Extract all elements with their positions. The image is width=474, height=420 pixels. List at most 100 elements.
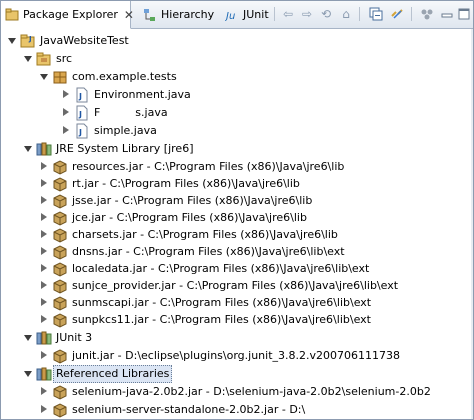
package-explorer-icon <box>5 8 19 22</box>
expand-twisty-icon[interactable] <box>23 333 33 343</box>
minimize-icon[interactable] <box>438 6 456 22</box>
library-icon <box>36 366 52 382</box>
tree-item-jar[interactable]: resources.jar - C:\Program Files (x86)\J… <box>39 158 344 176</box>
tree-item-project[interactable]: J JavaWebsiteTest <box>7 32 129 50</box>
collapse-twisty-icon[interactable] <box>39 405 49 415</box>
home-icon[interactable]: ⌂ <box>337 6 355 22</box>
tree-item-package[interactable]: com.example.tests <box>39 68 177 86</box>
svg-text:J: J <box>28 35 32 43</box>
jar-icon <box>52 348 68 364</box>
collapse-twisty-icon[interactable] <box>39 351 49 361</box>
tree-item-junit-library[interactable]: JUnit 3 <box>23 329 92 347</box>
collapse-twisty-icon[interactable] <box>61 108 71 118</box>
tree-item-jar[interactable]: junit.jar - D:\eclipse\plugins\org.junit… <box>39 347 400 365</box>
tree-item-label: JRE System Library [jre6] <box>56 142 194 155</box>
tree-item-label: Referenced Libraries <box>53 365 173 383</box>
java-file-icon: J <box>74 87 90 103</box>
tree-item-label: src <box>56 52 73 65</box>
java-file-icon: J <box>74 105 90 121</box>
package-icon <box>52 69 68 85</box>
tree-item-file[interactable]: J simple.java <box>61 122 157 140</box>
expand-twisty-icon[interactable] <box>23 144 33 154</box>
jar-icon <box>52 176 68 192</box>
collapse-twisty-icon[interactable] <box>61 90 71 100</box>
toolbar-separator <box>274 7 275 21</box>
jar-icon <box>52 244 68 260</box>
tree-item-jar[interactable]: sunmscapi.jar - C:\Program Files (x86)\J… <box>39 294 371 312</box>
tree-item-label: Environment.java <box>94 88 191 101</box>
jar-icon <box>52 227 68 243</box>
tree-item-jar[interactable]: selenium-server-standalone-2.0b2.jar - D… <box>39 401 305 419</box>
tree-item-label: localedata.jar - C:\Program Files (x86)\… <box>72 262 370 275</box>
tab-package-explorer[interactable]: Package Explorer ✕ <box>1 1 134 29</box>
library-icon <box>36 141 52 157</box>
source-folder-icon <box>36 51 52 67</box>
collapse-twisty-icon[interactable] <box>39 281 49 291</box>
tree-item-jar[interactable]: jsse.jar - C:\Program Files (x86)\Java\j… <box>39 192 312 210</box>
tab-junit[interactable]: Ju JUnit <box>221 1 273 28</box>
collapse-twisty-icon[interactable] <box>39 179 49 189</box>
jar-icon <box>52 193 68 209</box>
collapse-all-icon[interactable] <box>367 6 385 22</box>
toolbar-separator <box>359 7 360 21</box>
jar-icon <box>52 295 68 311</box>
collapse-twisty-icon[interactable] <box>39 196 49 206</box>
jar-icon <box>52 402 68 418</box>
tree-item-jar[interactable]: rt.jar - C:\Program Files (x86)\Java\jre… <box>39 175 300 193</box>
tree-item-file[interactable]: J Environment.java <box>61 86 191 104</box>
expand-twisty-icon[interactable] <box>39 72 49 82</box>
tree-item-label: jce.jar - C:\Program Files (x86)\Java\jr… <box>72 211 307 224</box>
tree-item-label: selenium-java-2.0b2.jar - D:\selenium-ja… <box>72 385 431 398</box>
tree-item-file[interactable]: J F s.java <box>61 104 168 122</box>
java-project-icon: J <box>20 33 36 49</box>
collapse-twisty-icon[interactable] <box>39 298 49 308</box>
hierarchy-icon <box>143 8 157 22</box>
tree-item-label: junit.jar - D:\eclipse\plugins\org.junit… <box>72 349 400 362</box>
collapse-twisty-icon[interactable] <box>39 264 49 274</box>
tree-item-label: resources.jar - C:\Program Files (x86)\J… <box>72 160 345 173</box>
tree-item-label: selenium-server-standalone-2.0b2.jar - D… <box>72 403 306 416</box>
tree-item-label: sunpkcs11.jar - C:\Program Files (x86)\J… <box>72 313 371 326</box>
link-with-editor-icon[interactable] <box>388 6 406 22</box>
collapse-twisty-icon[interactable] <box>39 247 49 257</box>
expand-twisty-icon[interactable] <box>7 36 17 46</box>
collapse-twisty-icon[interactable] <box>39 213 49 223</box>
jar-icon <box>52 384 68 400</box>
collapse-twisty-icon[interactable] <box>39 315 49 325</box>
tree-item-jar[interactable]: jce.jar - C:\Program Files (x86)\Java\jr… <box>39 209 307 227</box>
tree-item-jar[interactable]: dnsns.jar - C:\Program Files (x86)\Java\… <box>39 243 345 261</box>
tree-item-jar[interactable]: selenium-java-2.0b2.jar - D:\selenium-ja… <box>39 383 431 401</box>
toolbar-separator <box>411 7 412 21</box>
collapse-twisty-icon[interactable] <box>39 162 49 172</box>
history-icon[interactable]: ⟲ <box>317 6 335 22</box>
tree-item-jar[interactable]: sunpkcs11.jar - C:\Program Files (x86)\J… <box>39 311 371 329</box>
jar-icon <box>52 210 68 226</box>
maximize-icon[interactable] <box>455 6 473 22</box>
collapse-twisty-icon[interactable] <box>39 387 49 397</box>
expand-twisty-icon[interactable] <box>23 369 33 379</box>
back-arrow-icon[interactable]: ⇦ <box>279 6 297 22</box>
tab-hierarchy[interactable]: Hierarchy <box>139 1 218 28</box>
tree-item-jre-library[interactable]: JRE System Library [jre6] <box>23 140 194 158</box>
collapse-twisty-icon[interactable] <box>39 230 49 240</box>
jar-icon <box>52 312 68 328</box>
tree-item-src[interactable]: src <box>23 50 72 68</box>
tree-item-label: jsse.jar - C:\Program Files (x86)\Java\j… <box>72 194 313 207</box>
forward-arrow-icon[interactable]: ⇨ <box>298 6 316 22</box>
close-icon[interactable]: ✕ <box>124 8 134 22</box>
svg-text:J: J <box>78 92 82 101</box>
jar-icon <box>52 278 68 294</box>
collapse-twisty-icon[interactable] <box>61 126 71 136</box>
tree-item-jar[interactable]: localedata.jar - C:\Program Files (x86)\… <box>39 260 369 278</box>
scrollbar-track[interactable] <box>471 29 473 419</box>
expand-twisty-icon[interactable] <box>23 54 33 64</box>
tree-item-label: sunmscapi.jar - C:\Program Files (x86)\J… <box>72 296 372 309</box>
tab-label: JUnit <box>243 8 269 21</box>
tree-item-referenced-libraries[interactable]: Referenced Libraries <box>23 365 173 383</box>
tree-item-jar[interactable]: sunjce_provider.jar - C:\Program Files (… <box>39 277 398 295</box>
tree-item-label: JavaWebsiteTest <box>40 34 129 47</box>
view-menu-icon[interactable] <box>418 6 436 22</box>
java-file-icon: J <box>74 123 90 139</box>
tree-item-jar[interactable]: charsets.jar - C:\Program Files (x86)\Ja… <box>39 226 338 244</box>
jar-icon <box>52 159 68 175</box>
